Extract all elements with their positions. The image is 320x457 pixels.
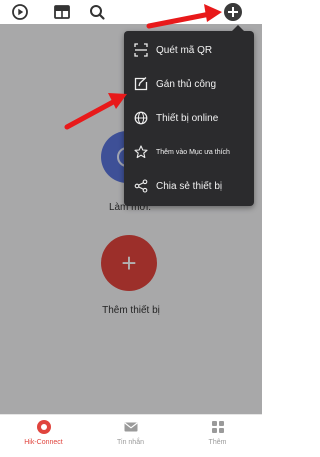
menu-item-label: Thiết bị online xyxy=(156,112,219,124)
nav-item-hik-connect[interactable]: Hik-Connect xyxy=(0,419,87,457)
menu-item-online-devices[interactable]: Thiết bị online xyxy=(124,101,254,135)
edit-icon xyxy=(134,77,148,91)
menu-item-scan-qr[interactable]: Quét mã QR xyxy=(124,33,254,67)
globe-icon xyxy=(134,111,148,125)
add-menu: Quét mã QR Gán thủ công Thiết bị online … xyxy=(124,25,254,206)
play-icon[interactable] xyxy=(11,3,29,21)
nav-label: Tin nhắn xyxy=(117,439,144,446)
search-icon[interactable] xyxy=(88,3,106,21)
nav-label: Thêm xyxy=(208,439,227,446)
nav-item-messages[interactable]: Tin nhắn xyxy=(87,419,174,457)
menu-item-manual-add[interactable]: Gán thủ công xyxy=(124,67,254,101)
menu-item-label: Thêm vào Mục ưa thích xyxy=(156,148,230,156)
layout-icon[interactable] xyxy=(53,3,71,21)
app-screen: Làm mới. + Thêm thiết bị Quét mã QR Gán … xyxy=(0,0,262,457)
qr-scan-icon xyxy=(134,43,148,57)
nav-label: Hik-Connect xyxy=(24,439,63,446)
hik-connect-icon xyxy=(36,419,52,435)
nav-item-more[interactable]: Thêm xyxy=(174,419,261,457)
top-bar xyxy=(0,0,262,24)
menu-item-label: Chia sẻ thiết bị xyxy=(156,180,223,192)
share-icon xyxy=(134,179,148,193)
bottom-nav: Hik-Connect Tin nhắn Thêm xyxy=(0,414,262,457)
star-icon xyxy=(134,145,148,159)
menu-item-share-device[interactable]: Chia sẻ thiết bị xyxy=(124,169,254,203)
menu-item-label: Quét mã QR xyxy=(156,44,213,56)
menu-item-add-favorite[interactable]: Thêm vào Mục ưa thích xyxy=(124,135,254,169)
add-icon[interactable] xyxy=(223,2,243,22)
mail-icon xyxy=(123,419,139,435)
menu-item-label: Gán thủ công xyxy=(156,78,217,90)
grid-icon xyxy=(210,419,226,435)
